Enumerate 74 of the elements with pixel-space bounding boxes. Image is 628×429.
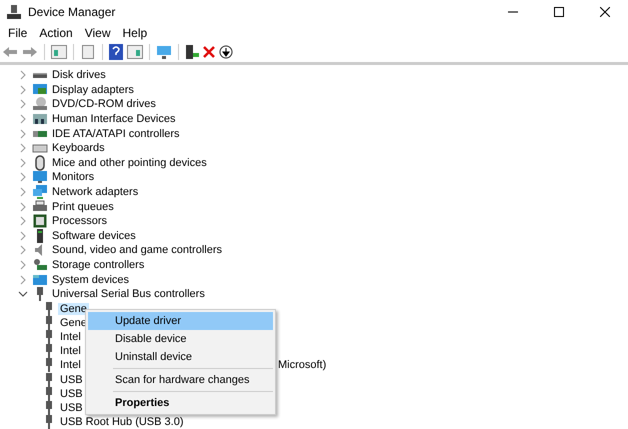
expand-chevron-icon[interactable] [18, 260, 28, 270]
tree-item[interactable]: Display adapters [52, 84, 134, 96]
tree-item[interactable]: Sound, video and game controllers [52, 244, 222, 256]
expand-chevron-icon[interactable] [18, 230, 28, 241]
disc-drive-icon [32, 96, 48, 112]
tree-item[interactable]: System devices [52, 274, 130, 286]
expand-chevron-icon[interactable] [18, 274, 28, 285]
menu-item[interactable]: Scan for hardware changes [88, 371, 273, 389]
chip-icon [32, 213, 48, 230]
expand-chevron-icon[interactable] [18, 187, 28, 198]
usb-plug-icon [44, 400, 54, 415]
back-arrow-icon[interactable] [2, 45, 18, 59]
remove-icon[interactable] [203, 46, 215, 58]
usb-plug-icon [44, 316, 54, 330]
usb-plug-icon [44, 386, 54, 401]
tree-item[interactable]: Storage controllers [52, 259, 144, 272]
tree-item[interactable]: Disk drives [52, 69, 106, 82]
expand-chevron-icon[interactable] [18, 128, 28, 139]
usb-plug-icon [44, 330, 54, 344]
tree-item[interactable]: IDE ATA/ATAPI controllers [52, 128, 180, 140]
help-icon[interactable] [109, 44, 123, 60]
expand-chevron-icon[interactable] [18, 99, 28, 110]
tree-item[interactable]: USB Root Hub (USB 3.0) [58, 416, 186, 428]
close-icon[interactable] [600, 7, 610, 17]
network-icon [32, 184, 48, 200]
tree-item[interactable]: Human Interface Devices [52, 113, 176, 126]
menu-item[interactable]: Properties [88, 394, 273, 412]
tree-item-text: Microsoft) [278, 358, 326, 372]
maximize-icon[interactable] [554, 7, 564, 17]
tree-item[interactable]: Intel [58, 330, 83, 343]
usb-plug-icon [44, 344, 54, 358]
tree-item[interactable]: Processors [52, 215, 108, 228]
expand-chevron-icon[interactable] [18, 143, 28, 154]
tree-item[interactable]: Intel [58, 345, 83, 358]
expand-chevron-icon[interactable] [18, 114, 28, 124]
tree-item[interactable]: DVD/CD-ROM drives [52, 98, 156, 110]
download-icon[interactable] [219, 45, 233, 59]
menu-item[interactable]: Help [116, 26, 154, 40]
menu-item[interactable]: Uninstall device [88, 348, 273, 366]
panel-icon[interactable] [127, 45, 143, 59]
tree-item[interactable]: Mice and other pointing devices [52, 156, 207, 169]
window-title: Device Manager [28, 5, 116, 19]
menu-item[interactable]: Disable device [88, 330, 273, 348]
menu-item[interactable]: Update driver [88, 312, 273, 330]
tree-item[interactable]: Keyboards [52, 142, 105, 154]
computer-icon [6, 4, 22, 20]
tree-item[interactable]: Universal Serial Bus controllers [52, 288, 205, 300]
tree-item[interactable]: Monitors [52, 171, 94, 184]
expand-chevron-icon[interactable] [18, 202, 28, 212]
menu-item[interactable]: File [2, 26, 34, 40]
usb-plug-icon [44, 415, 54, 429]
tree-item[interactable]: Intel [58, 359, 83, 372]
monitor-icon[interactable] [156, 44, 172, 60]
menu-item[interactable]: Action [33, 26, 79, 40]
tree-item[interactable]: Software devices [52, 230, 136, 242]
tree-item[interactable]: USB [58, 388, 85, 400]
monitor-icon [32, 169, 48, 186]
expand-chevron-icon[interactable] [18, 70, 28, 80]
usb-plug-icon [44, 358, 54, 372]
expand-chevron-icon[interactable] [18, 216, 28, 226]
tree-item[interactable]: Gene [58, 302, 89, 315]
usb-plug-icon [44, 372, 54, 387]
menu-item[interactable]: View [78, 26, 116, 40]
tree-item[interactable]: USB [58, 374, 85, 386]
tree-item[interactable]: Network adapters [52, 186, 138, 198]
expand-chevron-icon[interactable] [18, 172, 28, 182]
forward-arrow-icon[interactable] [22, 45, 38, 59]
expand-chevron-icon[interactable] [18, 158, 28, 168]
expand-chevron-icon[interactable] [18, 245, 28, 256]
panel-icon[interactable] [51, 45, 67, 59]
tree-item[interactable]: Print queues [52, 200, 114, 213]
tree-item[interactable]: USB [58, 402, 85, 414]
collapse-chevron-icon[interactable] [18, 289, 28, 300]
expand-chevron-icon[interactable] [18, 84, 28, 95]
